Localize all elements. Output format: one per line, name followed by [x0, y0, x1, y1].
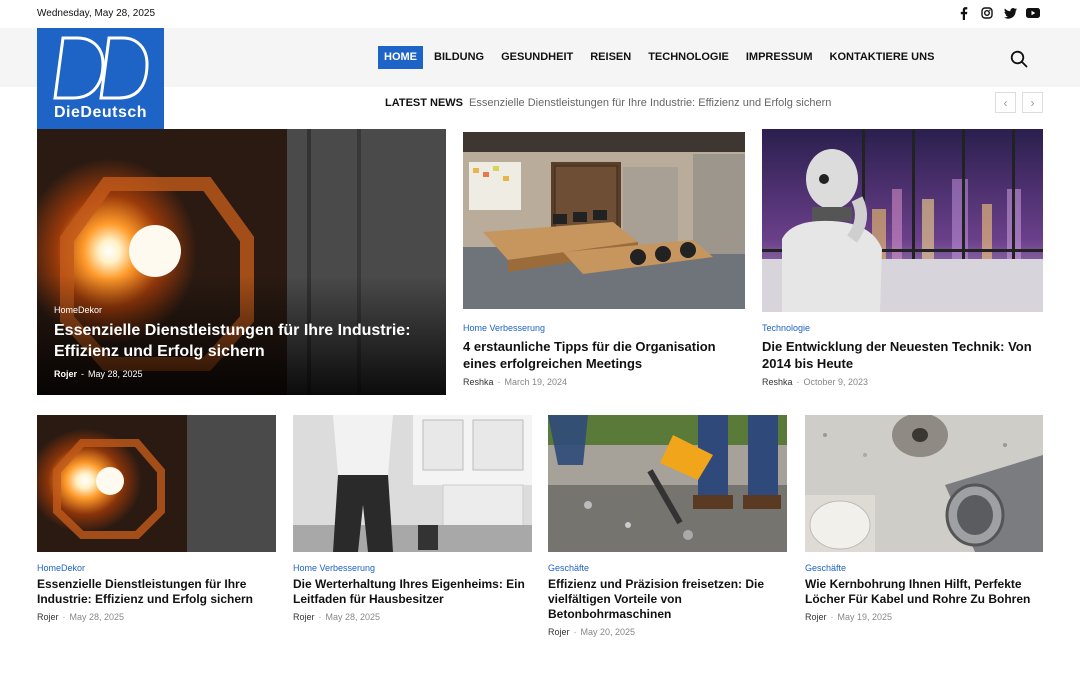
card-author[interactable]: Reshka	[762, 377, 793, 387]
nav-item-impressum[interactable]: IMPRESSUM	[740, 46, 819, 69]
card-title[interactable]: Die Entwicklung der Neuesten Technik: Vo…	[762, 338, 1047, 372]
latest-news-label: LATEST NEWS	[385, 97, 464, 109]
card-meta: Rojer - May 20, 2025	[548, 627, 636, 637]
site-logo[interactable]: DieDeutsch	[37, 28, 164, 129]
card-meta: Reshka - October 9, 2023	[762, 377, 869, 387]
hero-date: May 28, 2025	[88, 369, 143, 379]
card-date: May 28, 2025	[69, 612, 125, 622]
card-category[interactable]: Technologie	[762, 323, 810, 333]
nav-item-bildung[interactable]: BILDUNG	[428, 46, 490, 69]
nav-item-kontakt[interactable]: KONTAKTIERE UNS	[824, 46, 941, 69]
card-title[interactable]: Effizienz und Präzision freisetzen: Die …	[548, 577, 773, 622]
hero-category[interactable]: HomeDekor	[54, 305, 102, 315]
card-author[interactable]: Rojer	[805, 612, 827, 622]
card-category[interactable]: Home Verbesserung	[463, 323, 545, 333]
instagram-icon[interactable]	[980, 6, 994, 20]
card-author[interactable]: Rojer	[548, 627, 570, 637]
card-image-renovation[interactable]	[293, 415, 532, 552]
card-meta: Rojer - May 28, 2025	[293, 612, 381, 622]
ticker-prev-button[interactable]: ‹	[995, 92, 1016, 113]
hero-author[interactable]: Rojer	[54, 369, 77, 379]
card-category[interactable]: Geschäfte	[548, 563, 589, 573]
main-navigation: HOME BILDUNG GESUNDHEIT REISEN TECHNOLOG…	[378, 46, 945, 69]
card-category[interactable]: HomeDekor	[37, 563, 85, 573]
hero-meta: Rojer - May 28, 2025	[54, 369, 143, 379]
card-title[interactable]: Essenzielle Dienstleistungen für Ihre In…	[37, 577, 277, 607]
card-image-meeting[interactable]	[463, 132, 745, 309]
nav-item-home[interactable]: HOME	[378, 46, 423, 69]
card-date: March 19, 2024	[504, 377, 568, 387]
logo-brand-name: DieDeutsch	[53, 104, 148, 121]
card-title[interactable]: 4 erstaunliche Tipps für die Organisatio…	[463, 338, 748, 372]
social-links	[957, 6, 1040, 20]
chevron-left-icon: ‹	[1003, 95, 1008, 110]
card-date: May 28, 2025	[325, 612, 381, 622]
latest-news-headline[interactable]: Essenzielle Dienstleistungen für Ihre In…	[469, 97, 831, 109]
card-date: October 9, 2023	[803, 377, 869, 387]
card-image-robot[interactable]	[762, 129, 1043, 312]
ticker-next-button[interactable]: ›	[1022, 92, 1043, 113]
card-image-jackhammer[interactable]	[548, 415, 787, 552]
facebook-icon[interactable]	[957, 6, 971, 20]
top-bar: Wednesday, May 28, 2025	[0, 0, 1080, 28]
card-image-core-drill[interactable]	[805, 415, 1043, 552]
card-meta: Rojer - May 19, 2025	[805, 612, 893, 622]
card-author[interactable]: Rojer	[37, 612, 59, 622]
card-author[interactable]: Reshka	[463, 377, 494, 387]
twitter-icon[interactable]	[1003, 6, 1017, 20]
card-meta: Rojer - May 28, 2025	[37, 612, 125, 622]
nav-item-gesundheit[interactable]: GESUNDHEIT	[495, 46, 579, 69]
current-date: Wednesday, May 28, 2025	[37, 8, 156, 19]
hero-title[interactable]: Essenzielle Dienstleistungen für Ihre In…	[54, 320, 424, 362]
nav-item-technologie[interactable]: TECHNOLOGIE	[642, 46, 735, 69]
logo-mark	[53, 36, 149, 100]
youtube-icon[interactable]	[1026, 6, 1040, 20]
card-category[interactable]: Home Verbesserung	[293, 563, 375, 573]
search-icon[interactable]	[1010, 50, 1028, 68]
card-title[interactable]: Die Werterhaltung Ihres Eigenheims: Ein …	[293, 577, 533, 607]
nav-item-reisen[interactable]: REISEN	[584, 46, 637, 69]
card-date: May 19, 2025	[837, 612, 893, 622]
card-image-furnace[interactable]	[37, 415, 276, 552]
card-date: May 20, 2025	[580, 627, 636, 637]
chevron-right-icon: ›	[1030, 95, 1035, 110]
card-category[interactable]: Geschäfte	[805, 563, 846, 573]
card-meta: Reshka - March 19, 2024	[463, 377, 568, 387]
card-title[interactable]: Wie Kernbohrung Ihnen Hilft, Perfekte Lö…	[805, 577, 1040, 607]
card-author[interactable]: Rojer	[293, 612, 315, 622]
